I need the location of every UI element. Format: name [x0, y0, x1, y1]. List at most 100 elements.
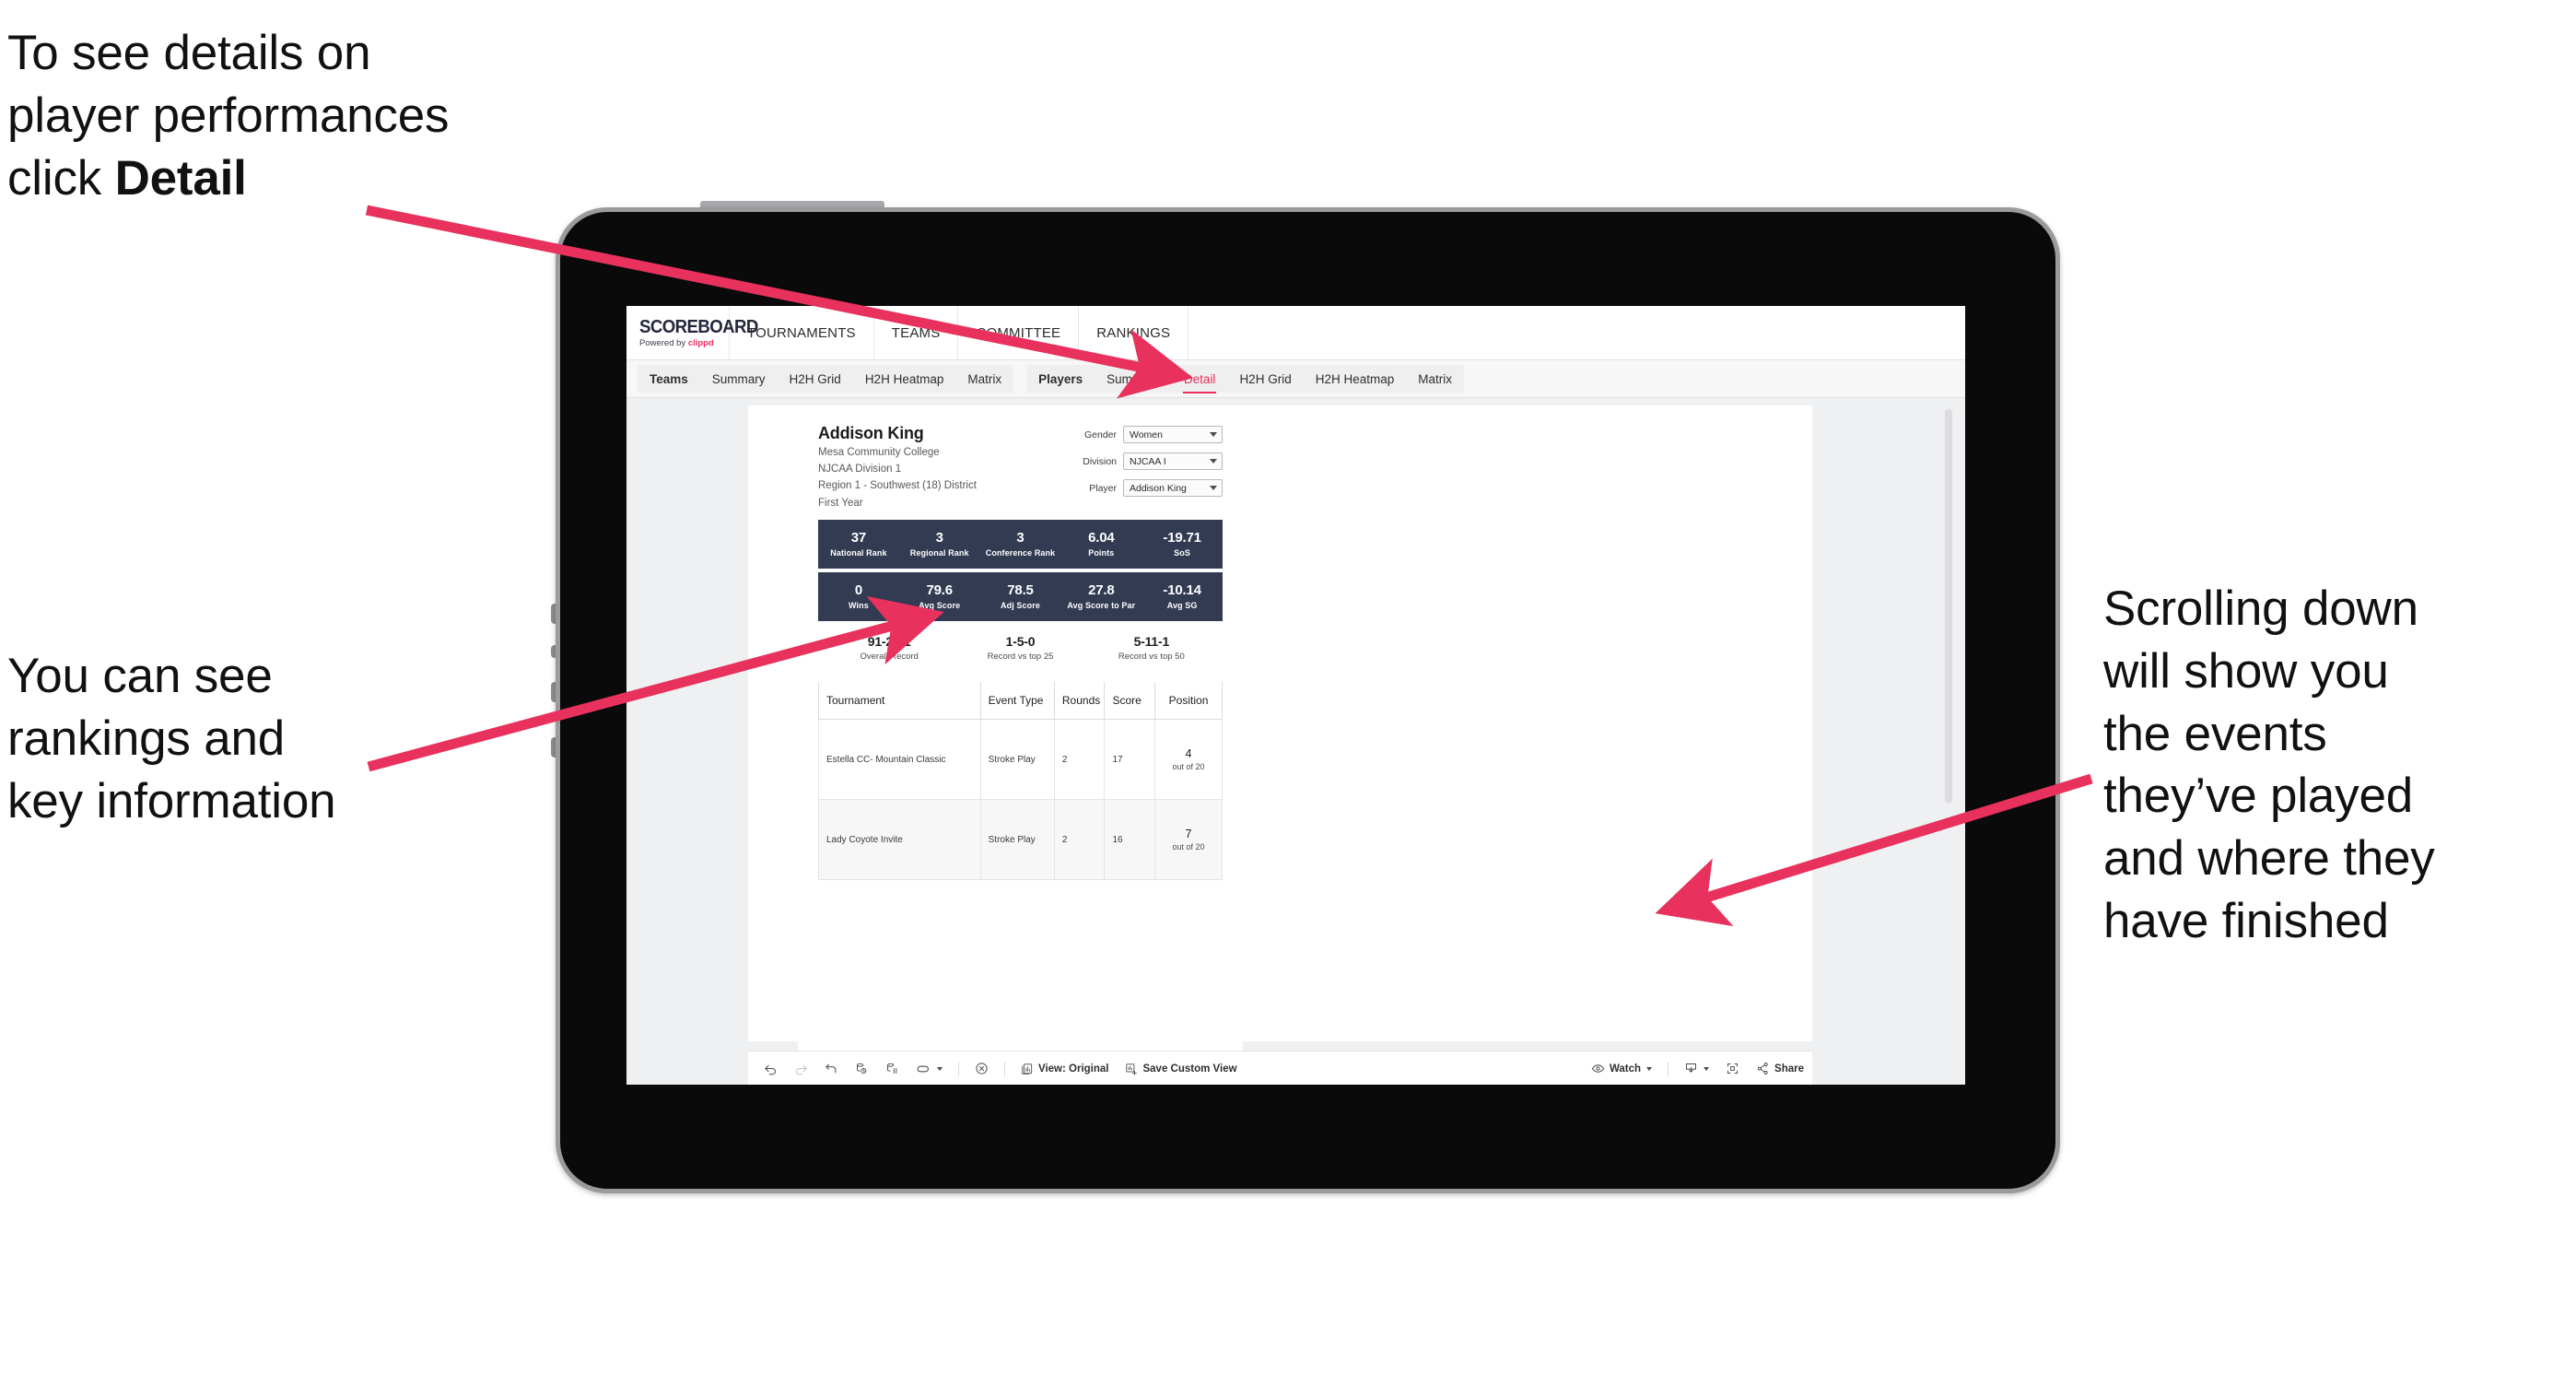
player-name: Addison King [818, 424, 924, 442]
position-out-of: out of 20 [1172, 842, 1205, 852]
logo-main-text: SCOREBOARD [639, 316, 758, 337]
position-number: 7 [1185, 827, 1192, 840]
watch-button[interactable]: Watch [1583, 1051, 1660, 1085]
chevron-down-icon [937, 1066, 943, 1071]
logo-brand-clippd: clippd [687, 337, 714, 348]
subnav-teams[interactable]: Teams [638, 365, 700, 393]
show-me-button[interactable] [966, 1051, 997, 1085]
stat-label: National Rank [830, 548, 887, 558]
events-table: Tournament Event Type Rounds Score Posit… [818, 682, 1223, 880]
players-tab-group: Players Summary Detail H2H Grid H2H Heat… [1026, 365, 1464, 393]
stat-value: 27.8 [1088, 581, 1115, 598]
filter-player-select[interactable]: Addison King [1123, 479, 1223, 497]
save-custom-view-label: Save Custom View [1142, 1063, 1237, 1075]
top-nav-committee[interactable]: COMMITTEE [958, 306, 1080, 359]
top-navigation-bar: SCOREBOARD Powered by clippd TOURNAMENTS… [626, 306, 1965, 360]
filter-division-select[interactable]: NJCAA I [1123, 452, 1223, 470]
top-nav-rankings[interactable]: RANKINGS [1079, 306, 1189, 359]
position-out-of: out of 20 [1172, 762, 1205, 772]
player-region: Region 1 - Southwest (18) District [818, 480, 977, 492]
toolbar-divider [1668, 1061, 1669, 1076]
subnav-players-h2h-grid[interactable]: H2H Grid [1227, 365, 1303, 393]
stat-label: Regional Rank [909, 548, 969, 558]
cell-tournament: Estella CC- Mountain Classic [818, 719, 981, 800]
subnav-players-matrix[interactable]: Matrix [1406, 365, 1464, 393]
toolbar-divider [1004, 1061, 1005, 1076]
stat-value: 79.6 [926, 581, 953, 598]
view-original-button[interactable]: View: Original [1013, 1051, 1117, 1085]
record-vs-top-25: 1-5-0 Record vs top 25 [954, 634, 1085, 662]
save-custom-view-button[interactable]: Save Custom View [1117, 1051, 1245, 1085]
stat-avg-score-to-par: 27.8 Avg Score to Par [1060, 581, 1142, 610]
top-nav-teams[interactable]: TEAMS [874, 306, 959, 359]
column-header-score[interactable]: Score [1104, 682, 1156, 720]
pan-mode-button[interactable] [907, 1051, 951, 1085]
vertical-scrollbar-thumb[interactable] [1945, 409, 1952, 804]
subnav-players-detail[interactable]: Detail [1172, 365, 1228, 393]
stat-sos: -19.71 SoS [1142, 530, 1223, 558]
annotation-top-left: To see details on player performances cl… [7, 22, 597, 209]
cell-score: 16 [1104, 799, 1156, 880]
subnav-teams-h2h-heatmap[interactable]: H2H Heatmap [853, 365, 956, 393]
filter-division-value: NJCAA I [1130, 455, 1166, 467]
chevron-down-icon [1210, 486, 1217, 490]
fullscreen-button[interactable] [1717, 1051, 1748, 1085]
stat-national-rank: 37 National Rank [818, 530, 899, 558]
record-vs-top-50: 5-11-1 Record vs top 50 [1086, 634, 1217, 662]
filter-gender-select[interactable]: Women [1123, 426, 1223, 443]
teams-tab-group: Teams Summary H2H Grid H2H Heatmap Matri… [638, 365, 1014, 393]
stat-avg-sg: -10.14 Avg SG [1142, 581, 1223, 610]
undo-button[interactable] [755, 1051, 786, 1085]
table-row[interactable]: Estella CC- Mountain Classic Stroke Play… [818, 719, 1223, 800]
position-number: 4 [1185, 746, 1192, 760]
stat-value: 3 [1016, 529, 1025, 546]
filter-panel: Gender Women Division NJCAA I Player Add… [1083, 426, 1223, 506]
cell-rounds: 2 [1053, 719, 1106, 800]
visualization-area: Addison King Mesa Community College NJCA… [626, 398, 1965, 1085]
filter-gender-value: Women [1130, 429, 1163, 440]
player-school: Mesa Community College [818, 446, 940, 458]
stat-value: -10.14 [1163, 581, 1201, 598]
subnav-players-h2h-heatmap[interactable]: H2H Heatmap [1304, 365, 1407, 393]
record-value: 91-20-1 [867, 634, 911, 649]
subnav-teams-matrix[interactable]: Matrix [955, 365, 1013, 393]
table-row[interactable]: Lady Coyote Invite Stroke Play 2 16 7 ou… [818, 799, 1223, 880]
filter-player-label: Player [1089, 482, 1117, 494]
logo-powered-prefix: Powered by [639, 337, 688, 348]
stat-label: Conference Rank [985, 548, 1056, 558]
scoreboard-logo[interactable]: SCOREBOARD Powered by clippd [626, 306, 758, 359]
subnav-teams-summary[interactable]: Summary [700, 365, 778, 393]
chevron-down-icon [1646, 1066, 1653, 1071]
refresh-data-source-button[interactable] [847, 1051, 877, 1085]
column-header-event-type[interactable]: Event Type [979, 682, 1055, 720]
column-header-rounds[interactable]: Rounds [1053, 682, 1106, 720]
stat-label: Wins [848, 601, 869, 611]
download-button[interactable] [1676, 1051, 1717, 1085]
stat-avg-score: 79.6 Avg Score [899, 581, 980, 611]
stat-value: 6.04 [1088, 529, 1115, 546]
stats-row-rankings: 37 National Rank 3 Regional Rank 3 Confe… [818, 520, 1223, 569]
record-value: 5-11-1 [1133, 634, 1170, 649]
cell-rounds: 2 [1053, 799, 1106, 880]
column-header-position[interactable]: Position [1154, 682, 1223, 720]
redo-button[interactable] [786, 1051, 816, 1085]
record-label: Record vs top 50 [1118, 652, 1185, 662]
tableau-bottom-toolbar: View: Original Save Custom View Watch Sh… [748, 1051, 1812, 1085]
subnav-players-summary[interactable]: Summary [1095, 365, 1172, 393]
pause-auto-updates-button[interactable] [877, 1051, 907, 1085]
stat-label: Avg Score [919, 601, 961, 611]
column-header-tournament[interactable]: Tournament [818, 682, 981, 720]
annotation-left: You can see rankings and key information [7, 649, 336, 828]
subnav-players[interactable]: Players [1026, 365, 1095, 393]
revert-button[interactable] [816, 1051, 847, 1085]
filter-player: Player Addison King [1083, 479, 1223, 497]
table-header-row: Tournament Event Type Rounds Score Posit… [818, 682, 1223, 720]
top-nav-items: TOURNAMENTS TEAMS COMMITTEE RANKINGS [730, 306, 1189, 359]
filter-division-label: Division [1083, 455, 1117, 467]
filter-player-value: Addison King [1130, 482, 1187, 494]
share-button[interactable]: Share [1748, 1051, 1812, 1085]
stat-value: 0 [854, 581, 862, 598]
cell-event-type: Stroke Play [979, 799, 1055, 880]
subnav-teams-h2h-grid[interactable]: H2H Grid [778, 365, 853, 393]
watch-label: Watch [1609, 1063, 1642, 1075]
